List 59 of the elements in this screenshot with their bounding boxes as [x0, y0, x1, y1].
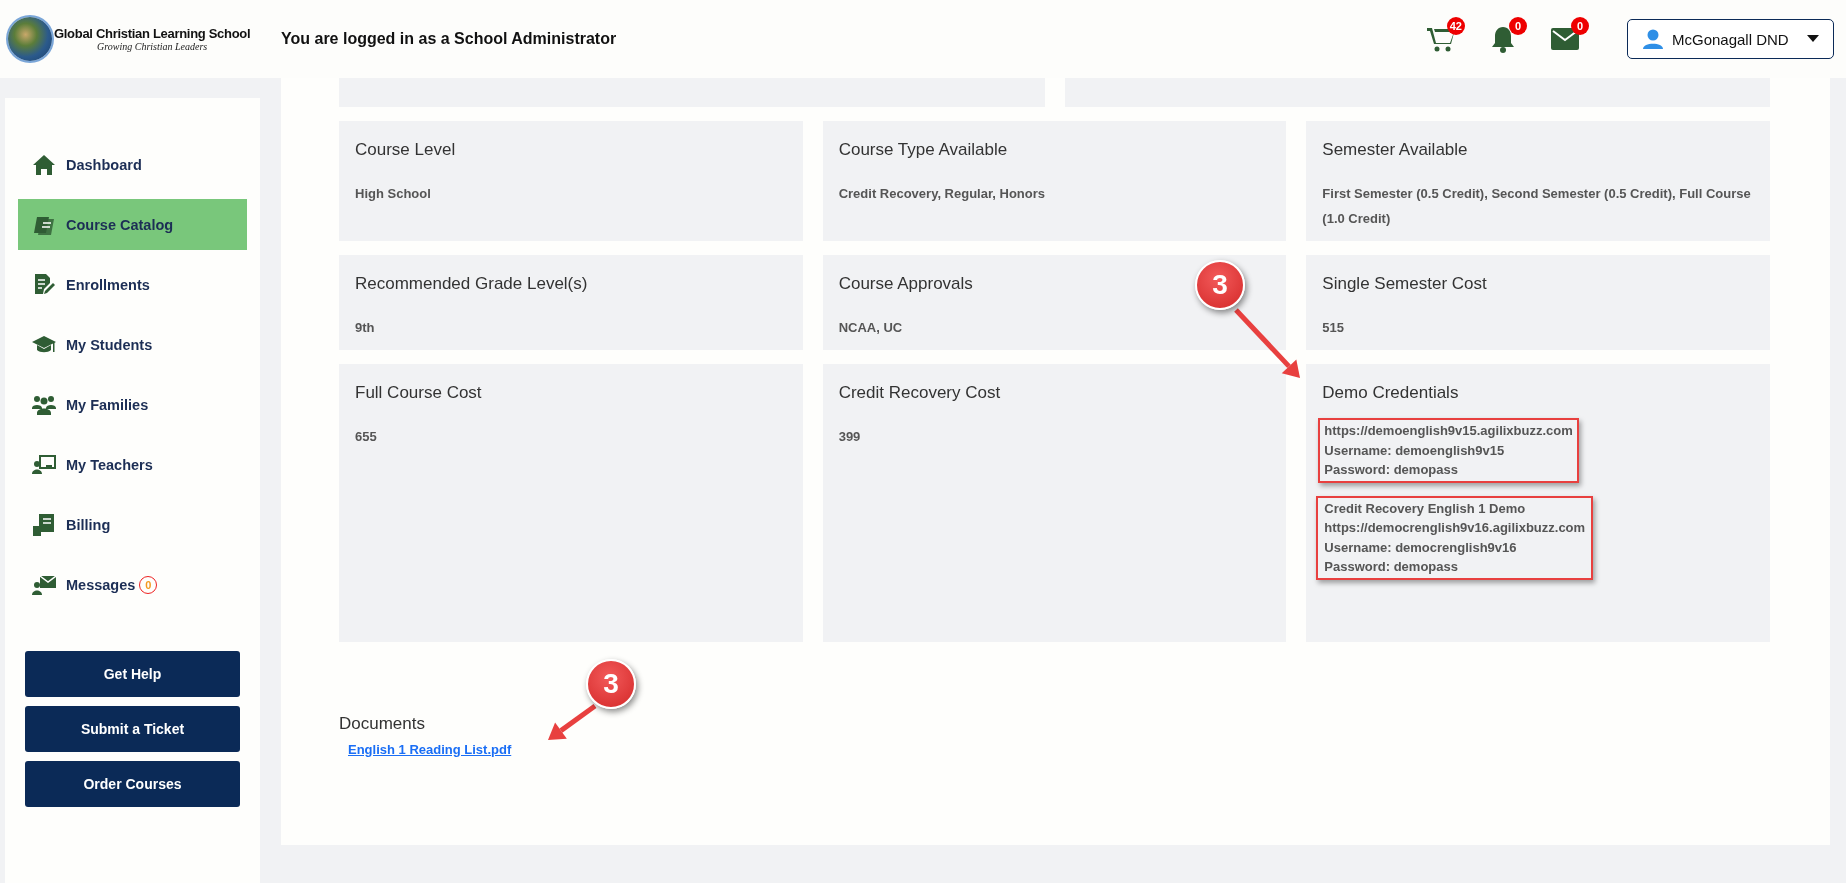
card-title: Recommended Grade Level(s) [355, 273, 588, 295]
sidebar-item[interactable]: My Teachers [18, 439, 247, 490]
sidebar-item[interactable]: Enrollments [18, 259, 247, 310]
credential-line: Username: demoenglish9v15 [1324, 441, 1506, 460]
user-icon [1642, 28, 1664, 50]
card-value: Credit Recovery, Regular, Honors [838, 185, 1047, 203]
sidebar-item[interactable]: Dashboard [18, 139, 247, 190]
credential-line: Username: democrenglish9v16 [1324, 538, 1518, 557]
count-badge: 42 [1446, 17, 1465, 35]
card-value: 9th [355, 319, 376, 337]
card-value: First Semester (0.5 Credit), Second Semester (0.5 Credit), Full Course (1.0 Credit) [1322, 185, 1752, 228]
school-name: Global Christian Learning School [54, 26, 251, 41]
card-title: Demo Credentials [1322, 382, 1459, 404]
card-title: Course Type Available [838, 139, 1008, 161]
books-icon [33, 214, 55, 235]
card-title: Credit Recovery Cost [838, 382, 1001, 404]
card-title: Single Semester Cost [1322, 273, 1487, 295]
caret-icon [1807, 35, 1819, 43]
credential-line: Password: demopass [1324, 558, 1459, 576]
sidebar-item[interactable]: Billing [18, 499, 247, 550]
card-title: Course Level [355, 139, 456, 161]
sidebar-item[interactable]: My Students [18, 319, 247, 370]
sidebar-button[interactable]: Submit a Ticket [25, 706, 240, 752]
sidebar-item[interactable]: Messages 0 [18, 559, 247, 610]
home-icon [33, 154, 55, 175]
bell-icon[interactable] [1491, 25, 1515, 53]
person-message-icon [32, 574, 56, 595]
sidebar-item[interactable]: My Families [18, 379, 247, 430]
card-title: Semester Available [1322, 139, 1468, 161]
count-badge: 0 [1571, 17, 1589, 35]
receipt-icon [33, 513, 55, 536]
callout-arrow [548, 703, 597, 740]
card-value: 515 [1322, 319, 1346, 337]
teacher-board-icon [32, 454, 56, 475]
credential-line: https://democrenglish9v16.agilixbuzz.com [1324, 519, 1586, 537]
graduation-cap-icon [32, 335, 56, 354]
school-tagline: Growing Christian Leaders [97, 41, 208, 52]
login-notice: You are logged in as a School Administrator [281, 30, 617, 48]
card-title: Course Approvals [838, 273, 973, 295]
document-edit-icon [33, 273, 55, 296]
mail-icon[interactable] [1551, 28, 1579, 50]
card-value: NCAA, UC [838, 319, 904, 337]
callout-arrow [1234, 308, 1300, 378]
card-title: Full Course Cost [355, 382, 482, 404]
credential-line: Password: demopass [1324, 461, 1459, 479]
documents-heading: Documents [339, 714, 425, 734]
credential-line: https://demoenglish9v15.agilixbuzz.com [1324, 422, 1573, 440]
document-link[interactable]: English 1 Reading List.pdf [348, 742, 512, 757]
card-value: 399 [838, 428, 862, 446]
card-value: 655 [355, 428, 378, 446]
sidebar-button[interactable]: Order Courses [25, 761, 240, 807]
globe-logo-icon [8, 17, 52, 61]
credential-line: Credit Recovery English 1 Demo [1324, 499, 1527, 518]
sidebar-item[interactable]: Course Catalog [18, 199, 247, 250]
people-group-icon [32, 394, 56, 415]
user-menu-button[interactable]: McGonagall DND [1627, 19, 1834, 59]
count-badge: 0 [1509, 17, 1527, 35]
sidebar-button[interactable]: Get Help [25, 651, 240, 697]
card-value: High School [355, 185, 432, 203]
